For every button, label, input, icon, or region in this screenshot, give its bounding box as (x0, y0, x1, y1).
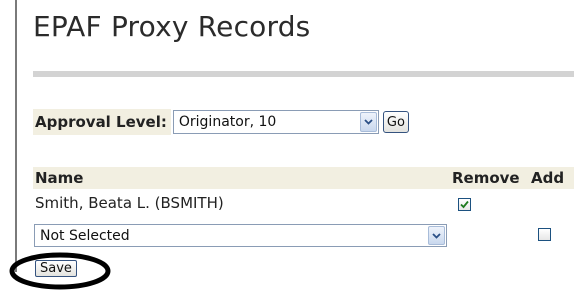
left-border-rule (15, 0, 17, 272)
table-row: Smith, Beata L. (BSMITH) (33, 192, 574, 214)
proxy-select[interactable]: Not Selected (34, 224, 447, 247)
check-icon (460, 200, 469, 209)
column-header-add: Add (531, 169, 565, 187)
proxy-name: Smith, Beata L. (BSMITH) (35, 194, 224, 212)
table-row-new: Not Selected (33, 224, 574, 248)
save-button[interactable]: Save (35, 260, 77, 277)
title-divider (33, 71, 574, 77)
proxy-select-value: Not Selected (40, 227, 130, 244)
page-title: EPAF Proxy Records (33, 10, 311, 43)
approval-level-row: Approval Level: Originator, 10 Go (33, 108, 409, 136)
column-header-remove: Remove (452, 169, 520, 187)
chevron-down-icon[interactable] (359, 112, 377, 132)
add-checkbox[interactable] (538, 228, 551, 241)
page: EPAF Proxy Records Approval Level: Origi… (0, 0, 574, 293)
remove-checkbox[interactable] (458, 198, 471, 211)
column-header-name: Name (35, 169, 84, 187)
approval-level-value: Originator, 10 (178, 114, 277, 130)
go-button[interactable]: Go (382, 111, 409, 133)
approval-level-select[interactable]: Originator, 10 (172, 110, 379, 134)
chevron-down-icon[interactable] (428, 226, 445, 245)
approval-level-label: Approval Level: (33, 109, 171, 135)
table-header: Name Remove Add (33, 167, 574, 189)
